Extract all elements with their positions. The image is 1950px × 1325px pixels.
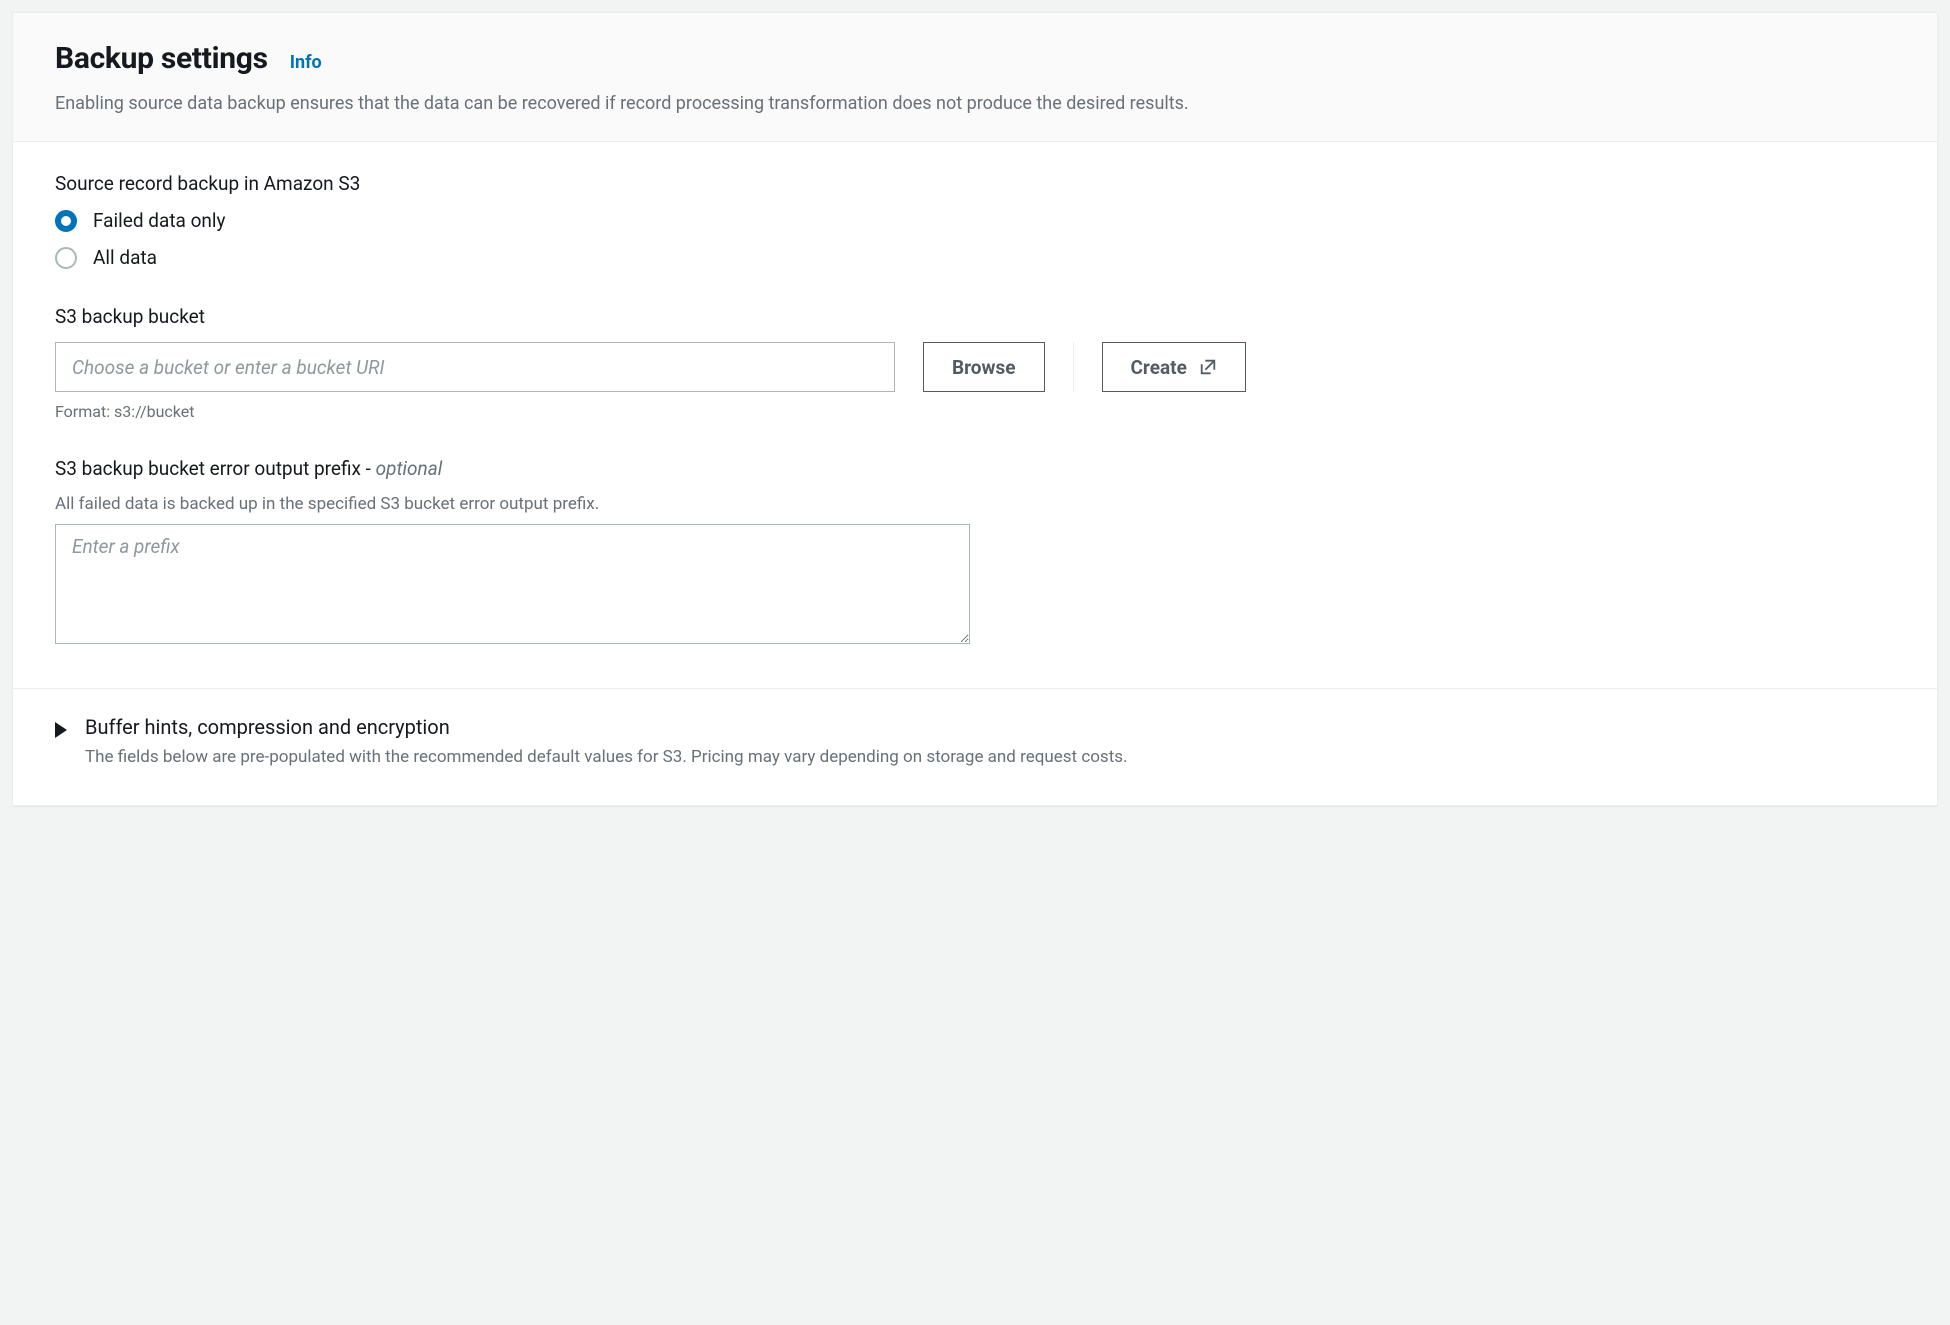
caret-right-icon (55, 722, 67, 738)
error-prefix-label: S3 backup bucket error output prefix - o… (55, 457, 1895, 480)
expandable-description: The fields below are pre-populated with … (85, 745, 1128, 771)
bucket-label: S3 backup bucket (55, 305, 1895, 328)
browse-button[interactable]: Browse (923, 342, 1045, 392)
radio-label: Failed data only (93, 209, 226, 232)
error-prefix-description: All failed data is backed up in the spec… (55, 494, 1895, 514)
error-prefix-optional: optional (376, 457, 443, 480)
radio-label: All data (93, 246, 157, 269)
create-button-label: Create (1131, 356, 1187, 379)
expandable-section[interactable]: Buffer hints, compression and encryption… (13, 688, 1937, 805)
radio-failed-data-only[interactable]: Failed data only (55, 209, 1895, 232)
divider (1073, 342, 1074, 392)
create-button[interactable]: Create (1102, 342, 1246, 392)
bucket-input-row: Browse Create (55, 342, 1895, 392)
info-link[interactable]: Info (290, 52, 322, 73)
panel-body: Source record backup in Amazon S3 Failed… (13, 142, 1937, 688)
external-link-icon (1199, 358, 1217, 376)
radio-icon (55, 247, 77, 269)
panel-subtitle: Enabling source data backup ensures that… (55, 90, 1895, 117)
backup-settings-panel: Backup settings Info Enabling source dat… (12, 12, 1938, 806)
panel-title: Backup settings (55, 41, 268, 76)
expandable-title: Buffer hints, compression and encryption (85, 715, 1128, 739)
bucket-group: S3 backup bucket Browse Create Format: s… (55, 305, 1895, 421)
radio-all-data[interactable]: All data (55, 246, 1895, 269)
source-backup-label: Source record backup in Amazon S3 (55, 172, 1895, 195)
panel-title-row: Backup settings Info (55, 41, 1895, 76)
bucket-input[interactable] (55, 342, 895, 392)
radio-icon (55, 210, 77, 232)
bucket-helper: Format: s3://bucket (55, 402, 1895, 421)
error-prefix-label-main: S3 backup bucket error output prefix - (55, 457, 376, 480)
error-prefix-input[interactable] (55, 524, 970, 644)
browse-button-label: Browse (952, 356, 1016, 379)
error-prefix-group: S3 backup bucket error output prefix - o… (55, 457, 1895, 648)
panel-header: Backup settings Info Enabling source dat… (13, 13, 1937, 142)
expandable-content: Buffer hints, compression and encryption… (85, 715, 1128, 771)
source-backup-group: Source record backup in Amazon S3 Failed… (55, 172, 1895, 269)
